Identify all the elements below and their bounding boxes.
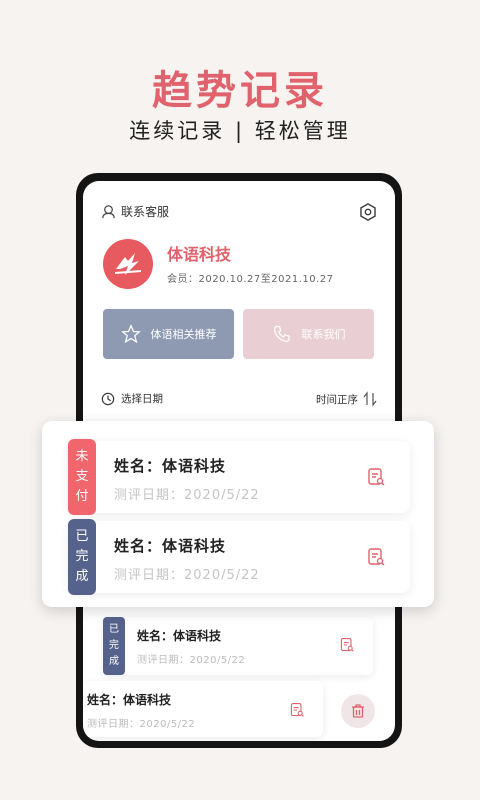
- brand-name: 体语科技: [167, 245, 232, 264]
- record-name: 姓名：体语科技: [114, 457, 227, 475]
- record-date: 测评日期：2020/5/22: [137, 655, 246, 666]
- select-date-control[interactable]: 选择日期: [101, 391, 163, 406]
- report-icon[interactable]: [366, 467, 386, 487]
- record-name: 姓名：体语科技: [87, 693, 172, 707]
- trash-icon: [352, 704, 364, 718]
- sort-control[interactable]: 时间正序: [316, 391, 377, 407]
- contact-button[interactable]: 联系我们: [243, 309, 374, 359]
- customer-service-label: 联系客服: [121, 205, 170, 219]
- record-list-overlay: 未 支 付 姓名：体语科技 测评日期：2020/5/22 已 完 成 姓名：体语…: [42, 421, 434, 607]
- status-badge: 已 完 成: [103, 617, 125, 675]
- list-item[interactable]: 已 完 成 姓名：体语科技 测评日期：2020/5/22: [68, 519, 410, 595]
- promo-title: 趋势记录: [152, 68, 328, 114]
- phone-icon: [273, 325, 290, 343]
- star-icon: [120, 324, 141, 344]
- contact-label: 联系我们: [301, 328, 346, 341]
- record-date: 测评日期：2020/5/22: [114, 488, 260, 503]
- report-icon[interactable]: [339, 637, 355, 653]
- select-date-label: 选择日期: [121, 393, 163, 405]
- list-item[interactable]: 未 支 付 姓名：体语科技 测评日期：2020/5/22: [68, 439, 410, 515]
- record-date: 测评日期：2020/5/22: [87, 719, 196, 730]
- record-date: 测评日期：2020/5/22: [114, 568, 260, 583]
- status-badge-completed: 已 完 成: [68, 519, 96, 595]
- record-name: 姓名：体语科技: [114, 537, 227, 555]
- sort-label: 时间正序: [316, 393, 358, 406]
- lightning-logo-icon: [114, 253, 142, 275]
- recommend-button[interactable]: 体语相关推荐: [103, 309, 234, 359]
- record-name: 姓名：体语科技: [137, 629, 222, 643]
- report-icon[interactable]: [289, 702, 305, 718]
- membership-period: 会员：2020.10.27至2021.10.27: [167, 274, 334, 285]
- headset-icon: [102, 205, 115, 219]
- promo-subtitle: 连续记录 | 轻松管理: [129, 119, 351, 143]
- sort-arrows-icon: [363, 391, 377, 407]
- list-item[interactable]: 已 完 成 姓名：体语科技 测评日期：2020/5/22: [103, 617, 373, 675]
- settings-gear-icon[interactable]: [359, 203, 377, 221]
- clock-icon: [101, 392, 115, 405]
- customer-service-link[interactable]: 联系客服: [101, 203, 169, 220]
- report-icon[interactable]: [366, 547, 386, 567]
- delete-button[interactable]: [341, 694, 375, 728]
- brand-logo: [103, 239, 153, 289]
- recommend-label: 体语相关推荐: [150, 328, 217, 341]
- list-item[interactable]: 姓名：体语科技 测评日期：2020/5/22: [83, 681, 323, 737]
- status-badge-unpaid: 未 支 付: [68, 439, 96, 515]
